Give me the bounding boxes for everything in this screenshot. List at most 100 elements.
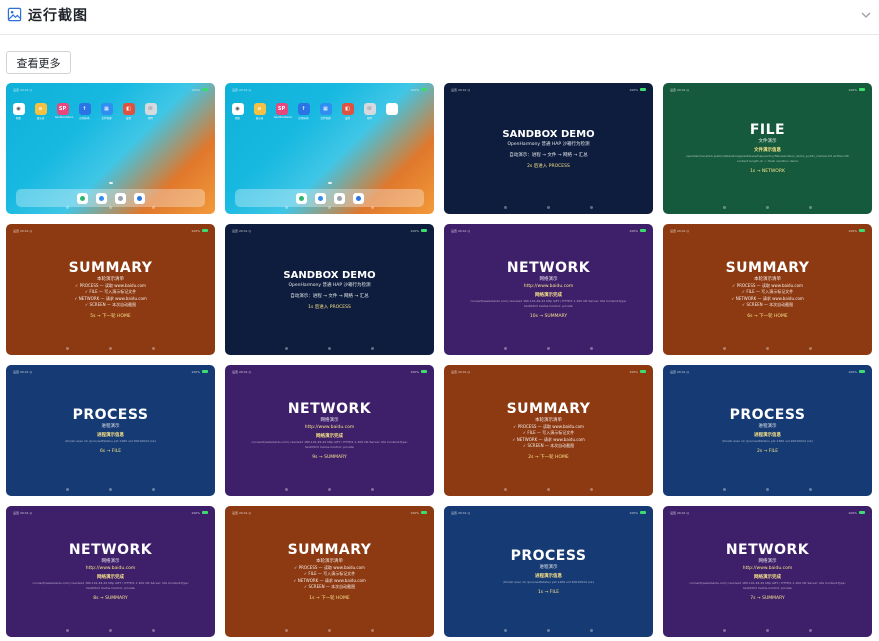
nav-dots (6, 347, 215, 350)
screen-url: http://www.baidu.com (742, 565, 793, 571)
screen-content: NETWORK 网络演示 http://www.baidu.com 网络演示完成 con… (225, 365, 434, 496)
dock-app-icon (95, 192, 107, 204)
nav-dots (663, 488, 872, 491)
summary-item: ✓ SCREEN — 本次自动截图 (84, 302, 137, 307)
app-icon: ◉ 相机 (11, 103, 26, 120)
screen-detail: /bin/sh exec ok /proc/self/status pid 14… (722, 438, 813, 443)
app-glyph-icon (385, 103, 398, 115)
nav-dots (6, 488, 215, 491)
screenshot-thumbnail[interactable]: 设置 20:41 ◎ 100% PROCESS 进程演示 进程演示信息/bin/sh e… (444, 506, 653, 637)
app-glyph-icon: ≡ (253, 103, 266, 115)
screenshot-thumbnail[interactable]: 设置 20:41 ◎ 100% ◉ 相机 ≡ 备忘录 SP SandboxDemo ↑ 应用市场 ▦… (225, 83, 434, 214)
screen-countdown: 7s → SUMMARY (750, 595, 785, 601)
screenshot-thumbnail[interactable]: 设置 20:41 ◎ 100% NETWORK 网络演示 http://www.baid… (225, 365, 434, 496)
status-bar: 设置 20:41 ◎ 100% (13, 87, 208, 92)
screenshot-grid: 设置 20:41 ◎ 100% ◉ 相机 ≡ 备忘录 SP SandboxDemo ↑ 应用市场 ▦… (6, 83, 874, 637)
screen-flow: 自动演示：进程 → 文件 → 网络 → 汇总 (290, 293, 369, 299)
app-icon-row: ◉ 相机 ≡ 备忘录 SP SandboxDemo ↑ 应用市场 ▦ 文件管理 ◧ 设置 ✉ 邮件 (11, 103, 158, 120)
screenshot-thumbnail[interactable]: 设置 20:41 ◎ 100% NETWORK 网络演示 http://www.baid… (444, 224, 653, 355)
app-glyph-icon: ✉ (363, 103, 376, 115)
screenshot-thumbnail[interactable]: 设置 20:41 ◎ 100% PROCESS 进程演示 进程演示信息/bin/sh e… (6, 365, 215, 496)
screen-detail: connect(www.baidu.com) resolved 180.101.… (470, 298, 627, 308)
nav-dots (225, 206, 434, 209)
dock-app-icon (333, 192, 345, 204)
screen-countdown: 5s → 下一轮 HOME (90, 313, 131, 319)
screen-url: http://www.baidu.com (85, 565, 136, 571)
screen-section: 进程演示信息 (754, 432, 781, 438)
screenshot-thumbnail[interactable]: 设置 20:41 ◎ 100% SANDBOX DEMO OpenHarmony 普通… (444, 83, 653, 214)
app-glyph-icon: SP (275, 103, 288, 115)
nav-dots (444, 629, 653, 632)
nav-dots (444, 206, 653, 209)
dock-app-icon (76, 192, 88, 204)
battery-icon (202, 88, 208, 91)
section-header: 运行截图 (0, 0, 879, 35)
screen-detail: connect(www.baidu.com) resolved 180.101.… (251, 439, 408, 449)
app-icon: ▦ 文件管理 (99, 103, 114, 120)
screen-countdown: 9s → SUMMARY (312, 454, 347, 460)
screenshot-thumbnail[interactable]: 设置 20:41 ◎ 100% PROCESS 进程演示 进程演示信息/bin/sh e… (663, 365, 872, 496)
dock-app-icon (133, 192, 145, 204)
screenshot-thumbnail[interactable]: 设置 20:41 ◎ 100% NETWORK 网络演示 http://www.baid… (663, 506, 872, 637)
screen-subtitle: 文件演示 (758, 139, 777, 144)
app-glyph-icon: ↑ (78, 103, 91, 115)
screen-section: 网络演示完成 (535, 292, 562, 298)
screenshot-thumbnail[interactable]: 设置 20:41 ◎ 100% SUMMARY 本轮演示清单 ✓ PROCESS — 读… (225, 506, 434, 637)
screen-countdown: 10s → SUMMARY (529, 313, 568, 319)
screen-countdown: 8s → SUMMARY (93, 595, 128, 601)
screen-content: SANDBOX DEMO OpenHarmony 普通 HAP 沙箱行为检测 自动演… (225, 224, 434, 355)
screen-countdown: 1s → FILE (537, 589, 560, 595)
screen-subtitle: 本轮演示清单 (535, 417, 562, 423)
screen-title: PROCESS (510, 547, 587, 564)
screen-detail: openharmonal/ah public/data/storage/el2/… (686, 154, 849, 163)
chevron-down-icon[interactable] (859, 8, 873, 22)
screenshot-thumbnail[interactable]: 设置 20:41 ◎ 100% FILE 文件演示 文件演示信息 openharmonal… (663, 83, 872, 214)
page-indicator (108, 182, 113, 184)
screen-title: SUMMARY (725, 259, 810, 276)
battery-text: 100% (191, 87, 200, 92)
app-glyph-icon: ◉ (12, 103, 25, 115)
app-glyph-icon: ≡ (34, 103, 47, 115)
screenshot-thumbnail[interactable]: 设置 20:41 ◎ 100% SUMMARY 本轮演示清单 ✓ PROCESS — 读… (663, 224, 872, 355)
dock-app-icon (314, 192, 326, 204)
nav-dots (225, 347, 434, 350)
nav-dots (225, 629, 434, 632)
screen-content: FILE 文件演示 文件演示信息 openharmonal/ah public/dat… (663, 83, 872, 214)
screenshot-thumbnail[interactable]: 设置 20:41 ◎ 100% ◉ 相机 ≡ 备忘录 SP SandboxDemo ↑ 应用市场 ▦… (6, 83, 215, 214)
screen-content: SUMMARY 本轮演示清单 ✓ PROCESS — 读取 www.baidu.co… (444, 365, 653, 496)
nav-dots (444, 347, 653, 350)
nav-dots (663, 206, 872, 209)
screen-countdown: 6s → 下一轮 HOME (747, 313, 788, 319)
screenshot-thumbnail[interactable]: 设置 20:41 ◎ 100% NETWORK 网络演示 http://www.baid… (6, 506, 215, 637)
app-icon: ↑ 应用市场 (77, 103, 92, 120)
app-icon: ✉ 邮件 (143, 103, 158, 120)
app-glyph-icon: SP (56, 103, 69, 115)
screen-subtitle: 网络演示 (758, 558, 777, 564)
app-label: SandboxDemo (274, 116, 293, 119)
app-label: 设置 (344, 117, 350, 120)
app-icon: SP SandboxDemo (55, 103, 73, 120)
screenshot-thumbnail[interactable]: 设置 20:41 ◎ 100% SUMMARY 本轮演示清单 ✓ PROCESS — 读… (6, 224, 215, 355)
screen-title: SANDBOX DEMO (502, 128, 595, 140)
screen-subtitle: OpenHarmony 普通 HAP 沙箱行为检测 (288, 282, 371, 288)
screen-subtitle: 本轮演示清单 (316, 558, 343, 564)
screenshot-thumbnail[interactable]: 设置 20:41 ◎ 100% SUMMARY 本轮演示清单 ✓ PROCESS — 读… (444, 365, 653, 496)
app-icon: ✉ 邮件 (362, 103, 377, 120)
app-icon: ◧ 设置 (121, 103, 136, 120)
view-more-button[interactable]: 查看更多 (6, 51, 71, 74)
screen-subtitle: 网络演示 (539, 276, 558, 282)
app-label: 邮件 (147, 117, 153, 120)
nav-dots (663, 347, 872, 350)
screen-section: 网络演示完成 (97, 574, 124, 580)
screen-countdown: 1s → NETWORK (750, 169, 785, 174)
screenshot-thumbnail[interactable]: 设置 20:41 ◎ 100% SANDBOX DEMO OpenHarmony 普通… (225, 224, 434, 355)
nav-dots (663, 629, 872, 632)
app-label: 备忘录 (255, 117, 264, 120)
screen-title: NETWORK (68, 541, 153, 558)
dock-app-icon (295, 192, 307, 204)
app-icon-row: ◉ 相机 ≡ 备忘录 SP SandboxDemo ↑ 应用市场 ▦ 文件管理 ◧ 设置 ✉ 邮件 (230, 103, 399, 120)
status-time: 设置 20:41 ◎ (13, 87, 33, 92)
status-time: 设置 20:41 ◎ (232, 87, 252, 92)
screen-title: SUMMARY (287, 541, 372, 558)
screen-subtitle: 网络演示 (320, 417, 339, 423)
